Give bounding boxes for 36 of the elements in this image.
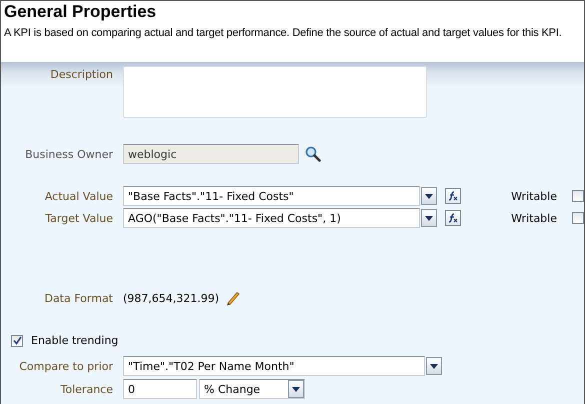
trending-checkbox[interactable] [11, 334, 23, 346]
field-label: Target Value [44, 212, 113, 224]
caret-icon [430, 364, 438, 368]
unit-select[interactable]: % Change [199, 379, 305, 399]
caret-icon [425, 216, 434, 220]
caret-icon [425, 194, 434, 198]
compare-field[interactable]: "Time"."T02 Per Name Month" [123, 356, 425, 376]
caret-icon [292, 386, 300, 392]
owner-field: weblogic [123, 144, 299, 164]
field-label: Actual Value [44, 190, 113, 202]
field-label: Description [49, 68, 113, 81]
data-format-value: (987,654,321.99) [123, 292, 220, 304]
intro-text: A KPI is based on comparing actual and target performance. Define the source of actual and target values for this KPI. [4, 26, 563, 40]
tolerance-field[interactable]: 0 [123, 379, 197, 399]
value-field[interactable]: AGO("Base Facts"."11- Fixed Costs", 1) [123, 208, 420, 228]
field-label: Compare to prior [18, 360, 113, 372]
value-field[interactable]: "Base Facts"."11- Fixed Costs" [123, 186, 420, 206]
field-label: Business Owner [24, 148, 113, 160]
fx-icon [448, 213, 458, 223]
writable-checkbox[interactable] [572, 212, 584, 224]
trending-label: Enable trending [31, 334, 118, 347]
dropdown-button[interactable] [421, 187, 438, 205]
pencil-icon[interactable] [225, 290, 242, 306]
description-field[interactable] [123, 66, 427, 118]
dropdown-button[interactable] [421, 209, 438, 227]
formula-button[interactable] [445, 188, 462, 204]
dropdown-button[interactable] [426, 357, 442, 375]
page-title: General Properties [4, 2, 158, 22]
writable-label: Writable [511, 212, 557, 224]
search-icon[interactable] [305, 146, 321, 162]
formula-button[interactable] [445, 210, 462, 226]
field-label: Data Format [43, 292, 113, 304]
writable-label: Writable [511, 190, 557, 202]
fx-icon [448, 191, 458, 201]
writable-checkbox[interactable] [572, 190, 584, 202]
field-label: Tolerance [60, 382, 113, 396]
